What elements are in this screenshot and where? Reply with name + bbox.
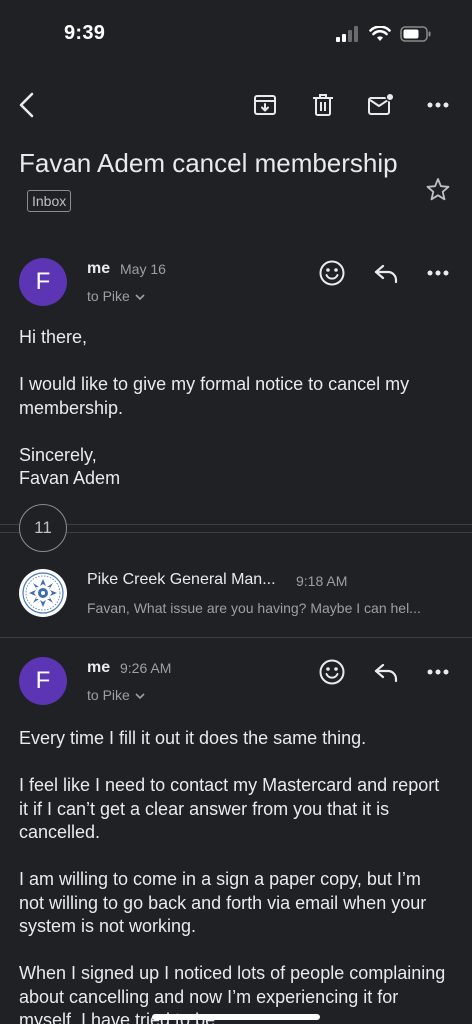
body-paragraph: Sincerely, Favan Adem	[19, 444, 121, 489]
message-date: 9:26 AM	[120, 660, 172, 676]
collapsed-divider-left	[0, 524, 19, 525]
archive-icon	[254, 95, 276, 115]
sender-name: me	[87, 260, 111, 277]
reply-icon	[374, 663, 398, 683]
message-time: 9:18 AM	[296, 573, 348, 589]
add-reaction-button[interactable]	[316, 257, 348, 289]
message-body: Hi there, I would like to give my formal…	[19, 326, 449, 514]
collapsed-messages-count[interactable]: 11	[19, 504, 67, 552]
emoji-icon	[319, 659, 345, 685]
sender-name[interactable]: Pike Creek General Man...	[87, 571, 276, 589]
body-paragraph: I am willing to come in a sign a paper c…	[19, 869, 427, 936]
message-more-button[interactable]	[422, 656, 454, 688]
add-reaction-button[interactable]	[316, 656, 348, 688]
battery-icon	[400, 26, 431, 42]
recipients-text: to Pike	[87, 288, 130, 304]
snowflake-logo-icon	[22, 572, 64, 614]
mark-unread-button[interactable]	[364, 88, 398, 122]
body-paragraph: I feel like I need to contact my Masterc…	[19, 775, 440, 842]
message-snippet[interactable]: Favan, What issue are you having? Maybe …	[87, 600, 447, 616]
back-button[interactable]	[10, 88, 44, 122]
subject-text: Favan Adem cancel membership	[19, 148, 398, 178]
archive-button[interactable]	[248, 88, 282, 122]
body-paragraph: I would like to give my formal notice to…	[19, 374, 410, 418]
mail-unread-icon	[368, 93, 395, 115]
message-header[interactable]: F me 9:26 AM to Pike	[0, 657, 472, 717]
home-indicator[interactable]	[152, 1014, 320, 1020]
avatar[interactable]: F	[19, 657, 67, 705]
more-horizontal-icon	[427, 669, 449, 675]
thread-subject: Favan Adem cancel membership Inbox	[19, 144, 409, 222]
wifi-icon	[369, 26, 391, 41]
trash-icon	[313, 94, 333, 116]
collapsed-divider-lower	[0, 532, 472, 533]
signal-icon	[336, 26, 358, 42]
message-body: Every time I fill it out it does the sam…	[19, 727, 449, 1024]
recipients-text: to Pike	[87, 687, 130, 703]
message-header[interactable]: F me May 16 to Pike	[0, 258, 472, 318]
status-bar: 9:39	[0, 0, 472, 70]
inbox-label-badge[interactable]: Inbox	[27, 190, 72, 213]
sender-name: me	[87, 659, 111, 676]
message-divider	[0, 637, 472, 638]
toolbar	[0, 84, 472, 128]
status-time: 9:39	[64, 22, 106, 44]
chevron-down-icon	[135, 294, 145, 301]
collapsed-divider-right	[67, 524, 472, 525]
chevron-down-icon	[135, 693, 145, 700]
body-paragraph: Hi there,	[19, 327, 88, 347]
reply-icon	[374, 264, 398, 284]
recipients-toggle[interactable]: to Pike	[87, 288, 146, 304]
reply-button[interactable]	[370, 656, 402, 688]
reply-button[interactable]	[370, 257, 402, 289]
status-icons	[336, 26, 432, 42]
message-date: May 16	[120, 261, 166, 277]
emoji-icon	[319, 260, 345, 286]
more-horizontal-icon	[427, 270, 449, 276]
chevron-left-icon	[19, 92, 34, 118]
sender-logo[interactable]	[19, 569, 67, 617]
star-button[interactable]	[424, 176, 452, 204]
recipients-toggle[interactable]: to Pike	[87, 687, 146, 703]
more-options-button[interactable]	[421, 88, 455, 122]
body-paragraph: Every time I fill it out it does the sam…	[19, 728, 367, 748]
star-icon	[426, 178, 450, 201]
message-more-button[interactable]	[422, 257, 454, 289]
delete-button[interactable]	[306, 88, 340, 122]
avatar[interactable]: F	[19, 258, 67, 306]
more-horizontal-icon	[427, 102, 449, 108]
